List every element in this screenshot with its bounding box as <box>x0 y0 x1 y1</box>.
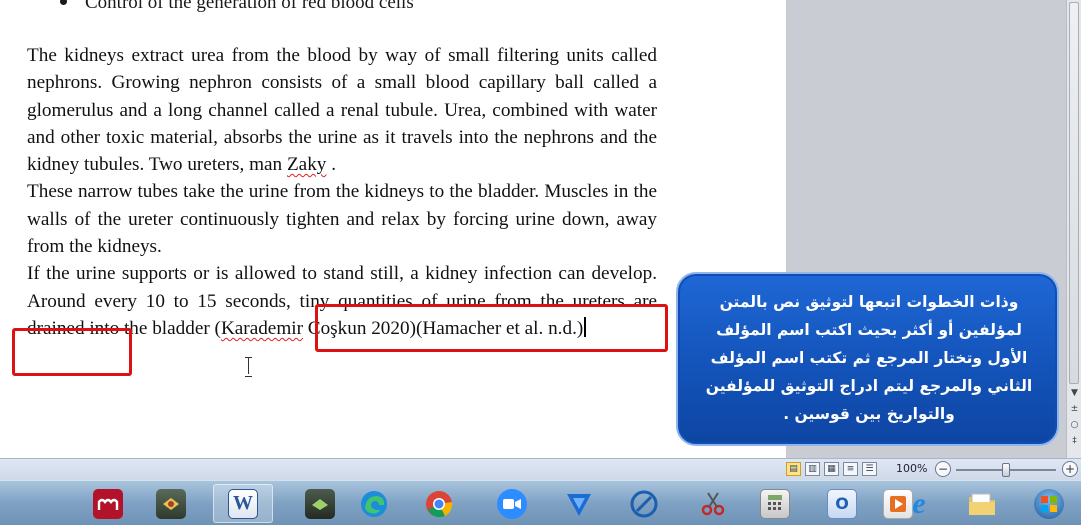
callout-text: وذات الخطوات اتبعها لتوثيق نص بالمتن لمؤ… <box>705 293 1033 423</box>
draft-icon[interactable]: ☰ <box>862 462 877 476</box>
word-icon: W <box>228 488 258 519</box>
start-button[interactable] <box>1019 484 1079 523</box>
calculator-icon <box>760 488 790 519</box>
print-layout-icon[interactable]: ▤ <box>786 462 801 476</box>
chrome-icon <box>424 489 454 519</box>
outlook-icon: O <box>827 488 857 519</box>
misspelled-word[interactable]: Zaky <box>287 154 326 175</box>
scissors-icon <box>698 489 728 519</box>
zoom-out-icon[interactable]: − <box>935 461 951 477</box>
taskbar-word[interactable]: W <box>213 484 273 523</box>
taskbar-outlook[interactable]: O <box>812 484 872 523</box>
web-layout-icon[interactable]: ▦ <box>824 462 839 476</box>
next-page-icon[interactable]: ‡ <box>1069 436 1080 446</box>
citation-highlight-box-2 <box>12 328 132 376</box>
document-body[interactable]: The kidneys extract urea from the blood … <box>27 42 657 342</box>
taskbar-chrome[interactable] <box>409 484 469 523</box>
full-screen-reading-icon[interactable]: ▥ <box>805 462 820 476</box>
scrollbar-thumb[interactable] <box>1069 2 1079 384</box>
bullet-dot <box>60 0 67 6</box>
taskbar-calculator[interactable] <box>745 484 805 523</box>
instruction-callout: وذات الخطوات اتبعها لتوثيق نص بالمتن لمؤ… <box>676 272 1059 446</box>
zoom-in-icon[interactable]: + <box>1062 461 1078 477</box>
bullet-list-item: Control of the generation of red blood c… <box>60 0 414 14</box>
taskbar-internet-explorer[interactable]: e <box>889 484 949 523</box>
status-bar: ▤ ▥ ▦ ≡ ☰ 100% − + <box>0 458 1081 480</box>
taskbar-mendeley[interactable] <box>78 484 138 523</box>
app-2-icon <box>156 488 186 519</box>
mendeley-icon <box>93 488 123 519</box>
paragraph-2: These narrow tubes take the urine from t… <box>27 181 657 258</box>
view-buttons: ▤ ▥ ▦ ≡ ☰ <box>786 462 877 476</box>
zoom-app-icon <box>497 488 527 519</box>
citation-highlight-box-1 <box>315 304 668 352</box>
scroll-down-arrow-icon[interactable]: ▼ <box>1069 388 1080 398</box>
browse-object-icon[interactable]: ○ <box>1069 420 1080 430</box>
outline-icon[interactable]: ≡ <box>843 462 858 476</box>
app-4-icon <box>305 488 335 519</box>
app-9-icon <box>629 489 659 519</box>
taskbar-app-2[interactable] <box>141 484 201 523</box>
ibeam-cursor-icon <box>244 356 254 377</box>
document-page[interactable]: Control of the generation of red blood c… <box>0 0 786 458</box>
zoom-slider-thumb[interactable] <box>1002 463 1010 477</box>
taskbar-edge[interactable] <box>344 484 404 523</box>
paragraph-1: The kidneys extract urea from the blood … <box>27 45 657 176</box>
taskbar-app-9[interactable] <box>614 484 674 523</box>
zoom-level[interactable]: 100% <box>896 462 927 475</box>
internet-explorer-icon: e <box>912 486 926 520</box>
taskbar-snipping-tool[interactable] <box>683 484 743 523</box>
previous-page-icon[interactable]: ± <box>1069 404 1080 414</box>
taskbar-app-8[interactable] <box>549 484 609 523</box>
app-8-icon <box>564 489 594 519</box>
windows-logo-icon <box>1034 488 1064 519</box>
taskbar-app-4[interactable] <box>290 484 350 523</box>
citation-author[interactable]: Karademir <box>221 318 303 339</box>
taskbar-zoom[interactable] <box>482 484 542 523</box>
vertical-scrollbar[interactable]: ▼ ± ○ ‡ <box>1066 0 1081 458</box>
taskbar-file-explorer[interactable] <box>952 484 1012 523</box>
bullet-text: Control of the generation of red blood c… <box>85 0 414 13</box>
taskbar: W O e <box>0 480 1081 525</box>
edge-icon <box>359 489 389 519</box>
folder-icon <box>967 489 997 519</box>
